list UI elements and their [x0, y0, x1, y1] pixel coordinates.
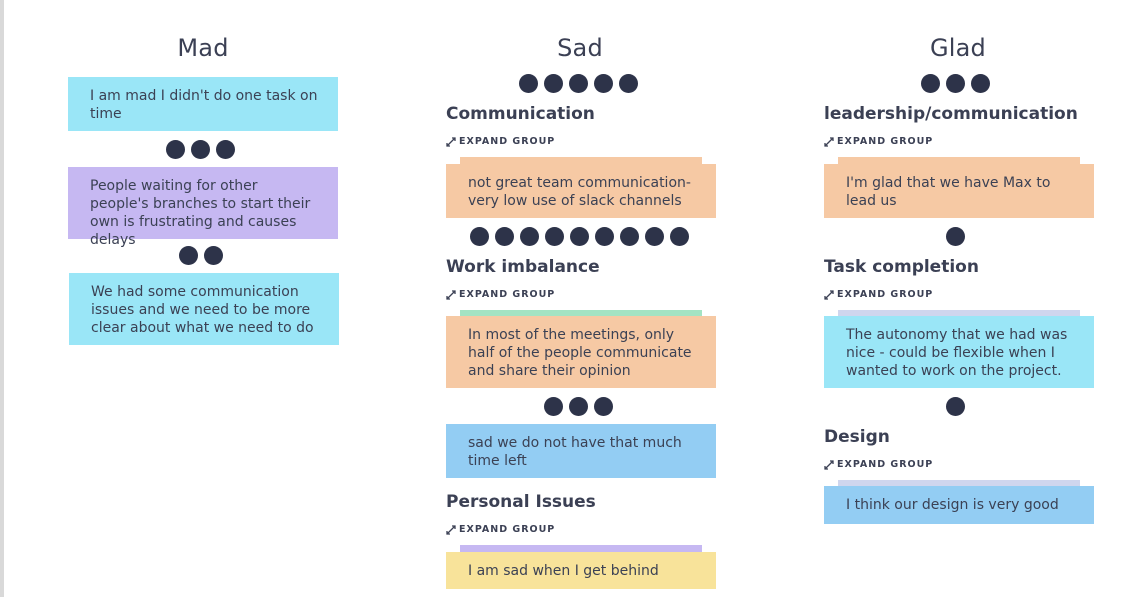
expand-arrows-icon	[824, 459, 834, 470]
column-title-mad: Mad	[177, 34, 229, 62]
sticky-note-text: People waiting for other people's branch…	[90, 178, 311, 248]
vote-dot	[670, 227, 689, 246]
vote-dot	[495, 227, 514, 246]
sticky-note[interactable]: In most of the meetings, only half of th…	[446, 316, 716, 388]
expand-group-label: EXPAND GROUP	[459, 136, 556, 147]
group-title[interactable]: Personal Issues	[446, 492, 596, 512]
sticky-note[interactable]: People waiting for other people's branch…	[68, 167, 338, 248]
sticky-note-text: I am sad when I get behind	[468, 563, 659, 579]
vote-dot	[179, 246, 198, 265]
vote-dot	[594, 397, 613, 416]
sticky-note[interactable]: I think our design is very good	[824, 486, 1094, 524]
sticky-note-text: I think our design is very good	[846, 497, 1059, 513]
vote-dot	[519, 74, 538, 93]
sticky-note-text: We had some communication issues and we …	[91, 284, 314, 336]
vote-dot	[166, 140, 185, 159]
vote-dots	[946, 227, 965, 246]
column-title-glad: Glad	[929, 34, 986, 62]
sticky-note-text: In most of the meetings, only half of th…	[468, 327, 692, 379]
vote-dot	[545, 227, 564, 246]
vote-dot	[921, 74, 940, 93]
sticky-note[interactable]: We had some communication issues and we …	[69, 273, 339, 345]
vote-dot	[191, 140, 210, 159]
vote-dots	[166, 140, 235, 159]
group-title[interactable]: Work imbalance	[446, 257, 600, 277]
sticky-note-text: I'm glad that we have Max to lead us	[846, 175, 1051, 209]
vote-dot	[645, 227, 664, 246]
expand-group-button[interactable]: EXPAND GROUP	[446, 524, 555, 535]
vote-dots	[519, 74, 638, 93]
vote-dots	[946, 397, 965, 416]
sticky-note-text: not great team communication- very low u…	[468, 175, 691, 209]
vote-dot	[946, 74, 965, 93]
vote-dot	[569, 397, 588, 416]
vote-dot	[204, 246, 223, 265]
group-title[interactable]: Communication	[446, 104, 595, 124]
vote-dot	[946, 227, 965, 246]
vote-dots	[470, 227, 689, 246]
expand-group-label: EXPAND GROUP	[459, 289, 556, 300]
vote-dot	[544, 397, 563, 416]
expand-arrows-icon	[824, 289, 834, 300]
expand-group-label: EXPAND GROUP	[459, 524, 556, 535]
expand-arrows-icon	[446, 524, 456, 535]
expand-group-button[interactable]: EXPAND GROUP	[824, 136, 933, 147]
column-title-sad: Sad	[557, 34, 603, 62]
expand-group-button[interactable]: EXPAND GROUP	[446, 289, 555, 300]
sticky-note[interactable]: sad we do not have that much time left	[446, 424, 716, 478]
board-left-edge	[0, 0, 4, 597]
sticky-note-text: The autonomy that we had was nice - coul…	[846, 327, 1068, 379]
expand-group-label: EXPAND GROUP	[837, 136, 934, 147]
sticky-note[interactable]: I'm glad that we have Max to lead us	[824, 164, 1094, 218]
sticky-note[interactable]: The autonomy that we had was nice - coul…	[824, 316, 1094, 388]
vote-dot	[595, 227, 614, 246]
vote-dot	[594, 74, 613, 93]
vote-dots	[544, 397, 613, 416]
expand-group-button[interactable]: EXPAND GROUP	[824, 289, 933, 300]
vote-dots	[179, 246, 223, 265]
expand-arrows-icon	[824, 136, 834, 147]
vote-dot	[544, 74, 563, 93]
expand-arrows-icon	[446, 136, 456, 147]
expand-group-label: EXPAND GROUP	[837, 459, 934, 470]
vote-dot	[569, 74, 588, 93]
group-title[interactable]: Task completion	[824, 257, 979, 277]
expand-group-button[interactable]: EXPAND GROUP	[824, 459, 933, 470]
sticky-note[interactable]: not great team communication- very low u…	[446, 164, 716, 218]
sticky-note[interactable]: I am sad when I get behind	[446, 552, 716, 589]
vote-dot	[216, 140, 235, 159]
group-title[interactable]: Design	[824, 427, 890, 447]
vote-dot	[971, 74, 990, 93]
vote-dot	[619, 74, 638, 93]
expand-group-label: EXPAND GROUP	[837, 289, 934, 300]
expand-arrows-icon	[446, 289, 456, 300]
vote-dot	[520, 227, 539, 246]
sticky-note[interactable]: I am mad I didn't do one task on time	[68, 77, 338, 131]
vote-dot	[570, 227, 589, 246]
sticky-note-text: sad we do not have that much time left	[468, 435, 682, 469]
group-title[interactable]: leadership/communication	[824, 104, 1078, 124]
expand-group-button[interactable]: EXPAND GROUP	[446, 136, 555, 147]
vote-dots	[921, 74, 990, 93]
vote-dot	[470, 227, 489, 246]
sticky-note-text: I am mad I didn't do one task on time	[90, 88, 318, 122]
vote-dot	[620, 227, 639, 246]
vote-dot	[946, 397, 965, 416]
